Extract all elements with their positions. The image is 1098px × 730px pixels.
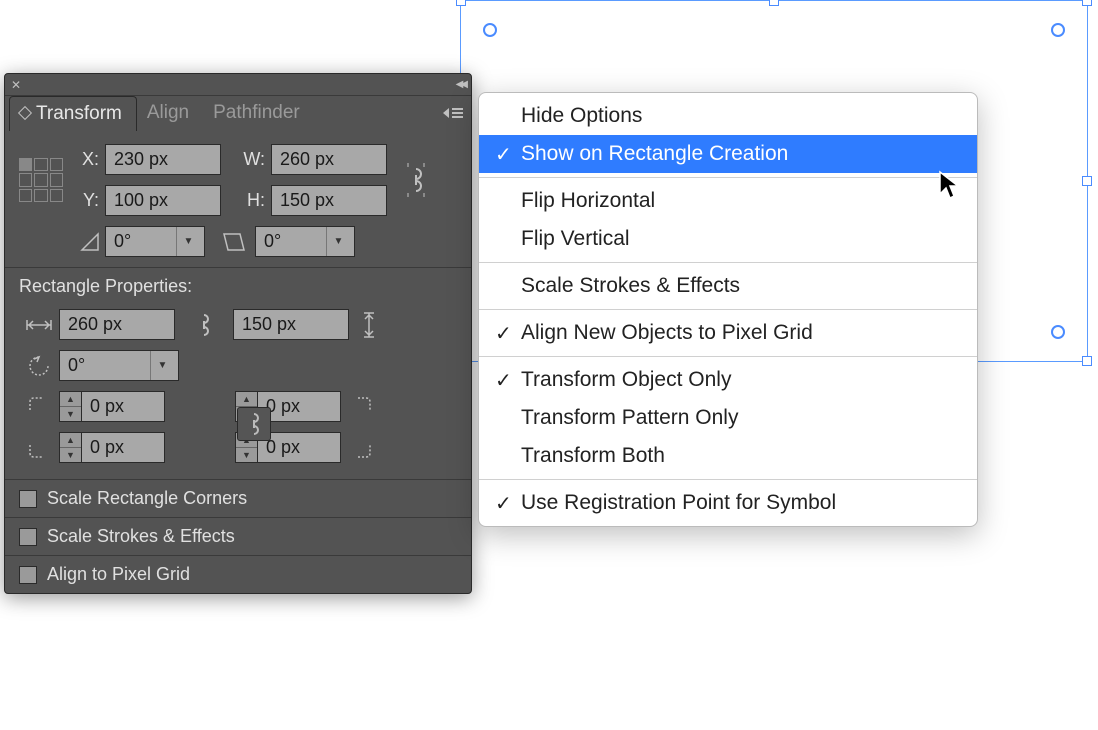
chevron-down-icon[interactable]: ▼	[150, 351, 174, 380]
tab-transform[interactable]: Transform	[9, 96, 137, 131]
y-field[interactable]: 100 px	[105, 185, 221, 216]
corner-bl-value: 0 px	[81, 432, 165, 463]
menu-scale-strokes-label: Scale Strokes & Effects	[521, 274, 740, 298]
constrain-proportions-icon[interactable]	[401, 165, 431, 195]
menu-align-pixel-grid[interactable]: ✓Align New Objects to Pixel Grid	[479, 314, 977, 352]
rotate-value: 0°	[114, 231, 131, 252]
w-label: W:	[239, 149, 265, 170]
corner-radius-widget-br[interactable]	[1051, 325, 1065, 339]
corner-bl-field[interactable]: ▲▼0 px	[59, 432, 165, 463]
scale-strokes-checkbox[interactable]: Scale Strokes & Effects	[5, 517, 471, 555]
y-label: Y:	[73, 190, 99, 211]
rect-angle-value: 0°	[68, 355, 85, 376]
scale-strokes-label: Scale Strokes & Effects	[47, 526, 235, 547]
tab-align[interactable]: Align	[137, 96, 203, 130]
rect-width-field[interactable]: 260 px	[59, 309, 175, 340]
chevron-down-icon[interactable]: ▼	[326, 227, 350, 256]
x-field[interactable]: 230 px	[105, 144, 221, 175]
menu-separator	[479, 356, 977, 357]
panel-title-bar[interactable]: ✕ ◀◀	[5, 74, 471, 96]
menu-transform-both[interactable]: Transform Both	[479, 437, 977, 475]
menu-flip-h-label: Flip Horizontal	[521, 189, 655, 213]
panel-flyout-menu: Hide Options ✓Show on Rectangle Creation…	[478, 92, 978, 527]
rect-angle-dropdown[interactable]: 0° ▼	[59, 350, 179, 381]
mouse-cursor-icon	[938, 170, 962, 200]
tab-pathfinder[interactable]: Pathfinder	[203, 96, 314, 130]
align-pixel-grid-checkbox[interactable]: Align to Pixel Grid	[5, 555, 471, 593]
h-field[interactable]: 150 px	[271, 185, 387, 216]
corner-bl-icon	[19, 437, 59, 459]
corner-tl-icon	[19, 396, 59, 418]
menu-show-on-rect-label: Show on Rectangle Creation	[521, 142, 788, 166]
x-label: X:	[73, 149, 99, 170]
corner-tl-value: 0 px	[81, 391, 165, 422]
menu-transform-pattern-only[interactable]: Transform Pattern Only	[479, 399, 977, 437]
menu-show-on-rect-creation[interactable]: ✓Show on Rectangle Creation	[479, 135, 977, 173]
w-field[interactable]: 260 px	[271, 144, 387, 175]
menu-separator	[479, 177, 977, 178]
selection-handle-top-mid[interactable]	[769, 0, 779, 6]
align-pixel-grid-label: Align to Pixel Grid	[47, 564, 190, 585]
transform-panel: ✕ ◀◀ Transform Align Pathfinder X: 230 p…	[4, 73, 472, 594]
shear-value: 0°	[264, 231, 281, 252]
panel-tabs: Transform Align Pathfinder	[5, 96, 471, 130]
menu-separator	[479, 262, 977, 263]
corner-tl-field[interactable]: ▲▼0 px	[59, 391, 165, 422]
rectangle-properties-label: Rectangle Properties:	[19, 276, 457, 297]
menu-transform-object-only[interactable]: ✓Transform Object Only	[479, 361, 977, 399]
menu-align-pixel-label: Align New Objects to Pixel Grid	[521, 321, 813, 345]
collapse-icon[interactable]: ◀◀	[456, 79, 465, 90]
rect-rotate-icon	[19, 353, 59, 379]
menu-scale-strokes[interactable]: Scale Strokes & Effects	[479, 267, 977, 305]
menu-separator	[479, 309, 977, 310]
h-label: H:	[239, 190, 265, 211]
menu-t-pat-label: Transform Pattern Only	[521, 406, 738, 430]
link-width-height-icon[interactable]	[189, 310, 219, 340]
menu-flip-vertical[interactable]: Flip Vertical	[479, 220, 977, 258]
menu-hide-options[interactable]: Hide Options	[479, 97, 977, 135]
tab-transform-label: Transform	[36, 103, 122, 124]
corner-tr-icon	[341, 396, 381, 418]
menu-flip-horizontal[interactable]: Flip Horizontal	[479, 182, 977, 220]
panel-menu-icon[interactable]	[443, 106, 463, 120]
menu-hide-options-label: Hide Options	[521, 104, 642, 128]
shear-icon	[215, 231, 255, 253]
corner-radius-widget-tr[interactable]	[1051, 23, 1065, 37]
transform-tab-icon	[18, 105, 32, 119]
rotate-dropdown[interactable]: 0° ▼	[105, 226, 205, 257]
selection-handle-top-left[interactable]	[456, 0, 466, 6]
menu-registration-point[interactable]: ✓Use Registration Point for Symbol	[479, 484, 977, 522]
menu-t-both-label: Transform Both	[521, 444, 665, 468]
menu-separator	[479, 479, 977, 480]
corner-br-icon	[341, 437, 381, 459]
chevron-down-icon[interactable]: ▼	[176, 227, 200, 256]
close-icon[interactable]: ✕	[11, 78, 21, 92]
scale-rect-corners-checkbox[interactable]: Scale Rectangle Corners	[5, 479, 471, 517]
corner-radius-widget-tl[interactable]	[483, 23, 497, 37]
menu-reg-point-label: Use Registration Point for Symbol	[521, 491, 836, 515]
rect-height-field[interactable]: 150 px	[233, 309, 349, 340]
link-corners-icon[interactable]	[237, 407, 271, 441]
reference-point-selector[interactable]	[19, 158, 63, 202]
shear-dropdown[interactable]: 0° ▼	[255, 226, 355, 257]
scale-rect-corners-label: Scale Rectangle Corners	[47, 488, 247, 509]
selection-handle-top-right[interactable]	[1082, 0, 1092, 6]
menu-t-obj-label: Transform Object Only	[521, 368, 731, 392]
rotate-icon	[75, 231, 105, 253]
selection-handle-bottom-right[interactable]	[1082, 356, 1092, 366]
selection-handle-mid-right[interactable]	[1082, 176, 1092, 186]
rect-height-icon	[349, 311, 389, 339]
menu-flip-v-label: Flip Vertical	[521, 227, 630, 251]
rect-width-icon	[19, 316, 59, 334]
